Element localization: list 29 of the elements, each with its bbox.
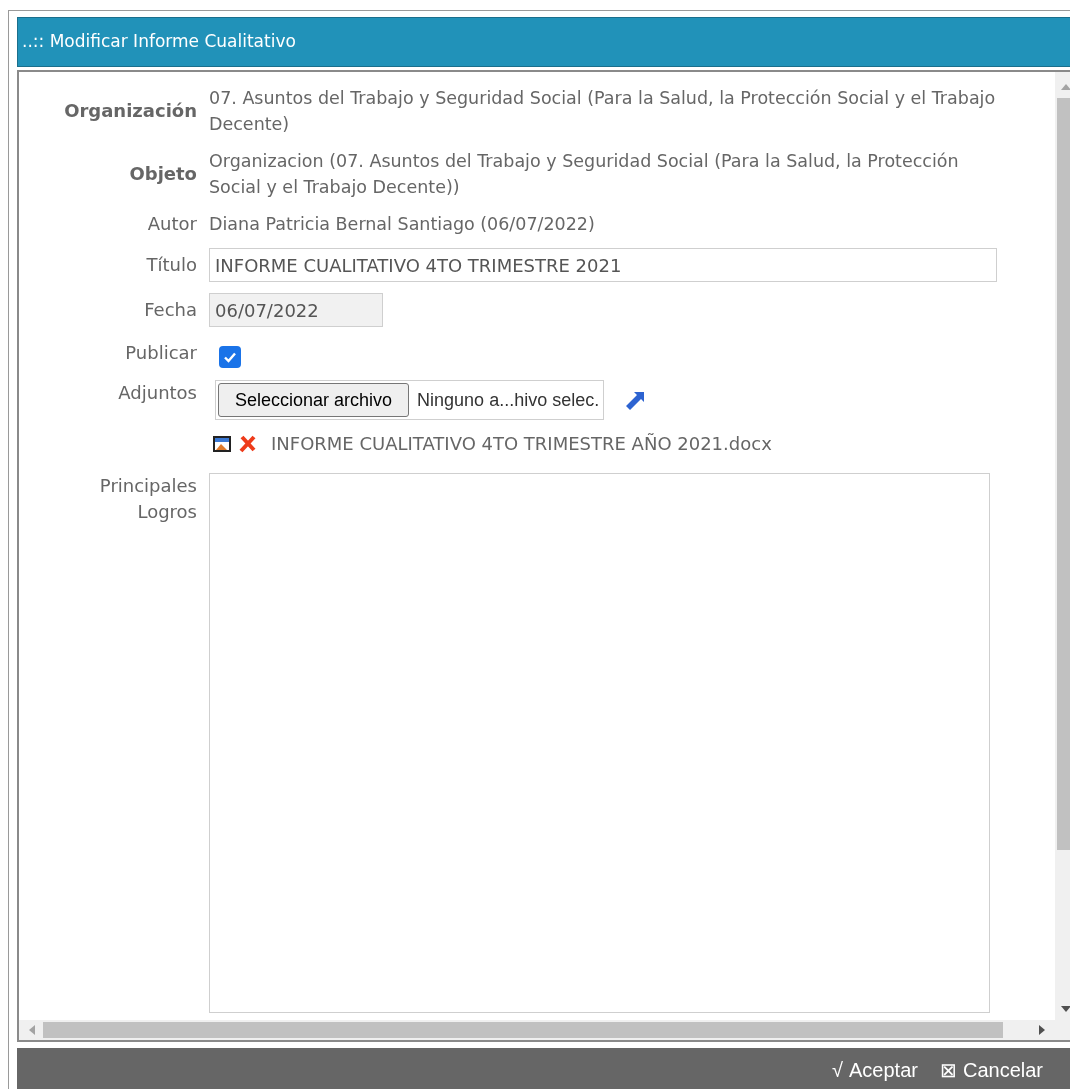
field-value: Diana Patricia Bernal Santiago (06/07/2022) bbox=[209, 213, 596, 236]
dialog-title: ..:: Modificar Informe Cualitativo bbox=[22, 30, 296, 54]
field-label: Autor bbox=[147, 212, 197, 236]
button-icon: ⊠ bbox=[939, 1055, 957, 1085]
field-value: Organizacion (07. Asuntos del Trabajo y Seguridad Social (Para la Salud, la Protección Social y el Trabajo Decente)) bbox=[209, 150, 960, 199]
field-value: 07. Asuntos del Trabajo y Seguridad Social (Para la Salud, la Protección Social y el Trabajo Decente) bbox=[209, 87, 997, 136]
checkbox[interactable] bbox=[219, 346, 241, 368]
scroll-up-icon[interactable] bbox=[1061, 84, 1070, 90]
field-label: Principales Logros bbox=[98, 474, 197, 524]
attachment-name[interactable]: INFORME CUALITATIVO 4TO TRIMESTRE AÑO 2021.docx bbox=[271, 430, 772, 457]
scroll-left-icon[interactable] bbox=[29, 1025, 35, 1035]
button-icon: √ bbox=[832, 1055, 843, 1085]
footer-button[interactable]: ⊠ Cancelar bbox=[939, 1055, 1043, 1085]
field-label: Título bbox=[146, 253, 197, 277]
field-label: Objeto bbox=[129, 162, 197, 186]
footer-button[interactable]: √ Aceptar bbox=[832, 1055, 918, 1085]
field-label: Fecha bbox=[144, 298, 197, 322]
scrollbar-thumb[interactable] bbox=[43, 1022, 1003, 1038]
field-label: Adjuntos bbox=[118, 381, 197, 405]
scroll-down-icon[interactable] bbox=[1061, 1006, 1070, 1012]
horizontal-scrollbar[interactable] bbox=[19, 1020, 1070, 1040]
field-label: Organización bbox=[64, 99, 197, 123]
delete-icon[interactable] bbox=[239, 434, 257, 453]
scrollbar-thumb[interactable] bbox=[1057, 98, 1070, 850]
scroll-right-icon[interactable] bbox=[1039, 1025, 1045, 1035]
file-input[interactable]: Seleccionar archivo Ninguno a...hivo selec. bbox=[215, 380, 605, 420]
title-field[interactable]: INFORME CUALITATIVO 4TO TRIMESTRE 2021 bbox=[209, 248, 997, 282]
image-file-icon[interactable] bbox=[213, 435, 231, 452]
field-label: Publicar bbox=[125, 341, 197, 365]
